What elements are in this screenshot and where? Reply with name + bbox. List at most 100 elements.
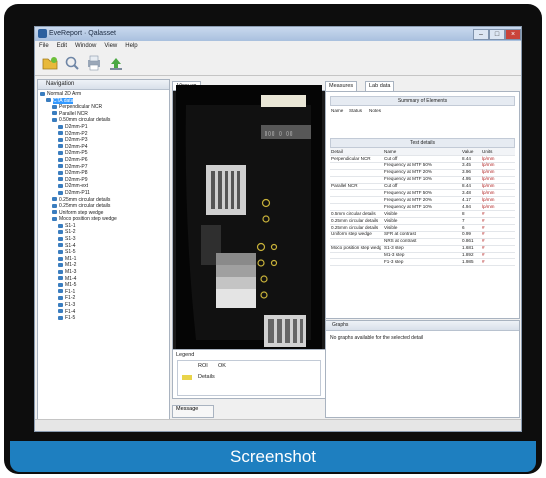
tree-node-icon — [52, 197, 57, 202]
nav-tree-item[interactable]: F1-5 — [40, 315, 117, 322]
tree-node-icon — [58, 157, 63, 162]
nav-tree-item[interactable]: Parallel NCR — [40, 111, 117, 118]
open-folder-icon[interactable] — [41, 54, 59, 72]
nav-tree-label: F1-2 — [65, 295, 76, 302]
nav-tree-item[interactable]: D2mm-P3 — [40, 137, 117, 144]
cell-name: Visible — [384, 224, 398, 230]
menu-edit[interactable]: Edit — [53, 41, 71, 49]
nav-tree-item[interactable]: D2mm-P7 — [40, 164, 117, 171]
nav-tree-label: D2mm-P9 — [65, 176, 88, 183]
menu-view[interactable]: View — [100, 41, 121, 49]
tree-node-icon — [58, 131, 63, 136]
nav-tree-item[interactable]: CTA data — [40, 97, 117, 105]
nav-tree-item[interactable]: 0.25mm circular details — [40, 203, 117, 210]
nav-tree-item[interactable]: Normal 2D Arm — [40, 91, 117, 98]
maximize-button[interactable]: □ — [489, 29, 505, 40]
tab-lab-data[interactable]: Lab data — [365, 81, 395, 91]
tree-node-icon — [58, 249, 63, 254]
tree-node-icon — [58, 190, 63, 195]
tree-node-icon — [58, 164, 63, 169]
legend-details-label: Details — [198, 374, 215, 380]
search-icon[interactable] — [63, 54, 81, 72]
menu-window[interactable]: Window — [71, 41, 100, 49]
cell-name: Visible — [384, 217, 398, 223]
cell-name: Frequency at MTF 50% — [384, 162, 432, 168]
cell-detail: Perpendicular NCR — [331, 155, 371, 161]
menu-bar: File Edit Window View Help — [35, 41, 521, 51]
tree-node-icon — [58, 296, 63, 301]
minimize-button[interactable]: – — [473, 29, 489, 40]
tree-node-icon — [58, 269, 63, 274]
nav-tree-item[interactable]: Moco position step wedge — [40, 216, 117, 223]
cell-value: 4.94 — [462, 203, 471, 209]
cell-name: Frequency at MTF 20% — [384, 196, 432, 202]
nav-tree-item[interactable]: D2mm-P9 — [40, 177, 117, 184]
cell-value: 3.96 — [462, 169, 471, 175]
print-icon[interactable] — [85, 54, 103, 72]
tree-node-icon — [58, 276, 63, 281]
tree-node-icon — [58, 177, 63, 182]
nav-tree-item[interactable]: F1-2 — [40, 295, 117, 302]
nav-tree-label: F1-5 — [65, 315, 76, 322]
nav-tree-item[interactable]: S1-2 — [40, 229, 117, 236]
cell-name: Frequency at MTF 10% — [384, 176, 432, 182]
cell-name: Frequency at MTF 10% — [384, 203, 432, 209]
tab-graphs[interactable]: Graphs — [332, 322, 348, 328]
nav-tree-item[interactable]: D2mm-P8 — [40, 170, 117, 177]
tree-node-icon — [52, 203, 57, 208]
nav-tree-label: D2mm-P8 — [65, 170, 88, 177]
nav-tree-item[interactable]: D2mm-P5 — [40, 150, 117, 157]
nav-tree-item[interactable]: Uniform step wedge — [40, 210, 117, 217]
export-icon[interactable] — [107, 54, 125, 72]
tree-node-icon — [52, 118, 57, 123]
nav-tree-item[interactable]: 0.50mm circular details — [40, 117, 117, 124]
nav-tree-item[interactable]: M1-5 — [40, 282, 117, 289]
nav-tree-item[interactable]: F1-1 — [40, 289, 117, 296]
nav-tree-item[interactable]: F1-3 — [40, 302, 117, 309]
tab-measures[interactable]: Measures — [325, 81, 358, 91]
legend-swatch — [182, 375, 192, 380]
nav-tree-item[interactable]: D2mm-P4 — [40, 144, 117, 151]
results-tab-strip: Measures Lab data — [325, 81, 519, 91]
nav-tree-item[interactable]: S1-5 — [40, 249, 117, 256]
cell-name: Visible — [384, 210, 398, 216]
nav-tree-item[interactable]: D2mm-ext — [40, 183, 117, 190]
cell-units: lp/mm — [482, 176, 495, 182]
nav-tree-label: 0.25mm circular details — [59, 196, 111, 203]
nav-tree-label: M1-4 — [65, 275, 77, 282]
nav-tree-label: Parallel NCR — [59, 110, 88, 117]
cell-units: lp/mm — [482, 183, 495, 189]
nav-tree-item[interactable]: S1-4 — [40, 243, 117, 250]
graphs-header: Graphs — [326, 321, 519, 331]
nav-tree-item[interactable]: M1-1 — [40, 256, 117, 263]
nav-tree-item[interactable]: M1-2 — [40, 262, 117, 269]
nav-tree-item[interactable]: Perpendicular NCR — [40, 104, 117, 111]
nav-tree-label: D2mm-ext — [65, 183, 89, 190]
nav-tree-item[interactable]: F1-4 — [40, 309, 117, 316]
menu-help[interactable]: Help — [121, 41, 141, 49]
close-button[interactable]: × — [505, 29, 521, 40]
nav-tree-item[interactable]: S1-3 — [40, 236, 117, 243]
nav-tree-label: S1-5 — [65, 249, 76, 256]
cell-value: 8.44 — [462, 155, 471, 161]
phantom-image[interactable]: ▯▯▯ ▯ ▯▯ — [176, 85, 322, 359]
table-row[interactable]: F1-3 step 1.985 # — [330, 259, 515, 267]
nav-tree-label: Perpendicular NCR — [59, 104, 103, 111]
tab-message[interactable]: Message — [172, 405, 214, 418]
nav-tree-item[interactable]: D2mm-P6 — [40, 157, 117, 164]
tree-node-icon — [52, 104, 57, 109]
window-title: EveReport · Qalasset — [49, 30, 116, 37]
svg-text:▯▯▯ ▯ ▯▯: ▯▯▯ ▯ ▯▯ — [264, 130, 293, 137]
cell-units: # — [482, 259, 485, 264]
menu-file[interactable]: File — [35, 41, 53, 49]
nav-tree-item[interactable]: M1-3 — [40, 269, 117, 276]
nav-tree-item[interactable]: S1-1 — [40, 223, 117, 230]
tree-node-icon — [58, 137, 63, 142]
nav-tree-item[interactable]: M1-4 — [40, 276, 117, 283]
tree-node-icon — [52, 111, 57, 116]
nav-tree-item[interactable]: D2mm-P2 — [40, 131, 117, 138]
nav-tree-item[interactable]: D2mm-P11 — [40, 190, 117, 197]
navigation-tree: Normal 2D Arm CTA data Perpendicular NCR Pa… — [40, 91, 117, 322]
nav-tree-item[interactable]: 0.25mm circular details — [40, 197, 117, 204]
nav-tree-item[interactable]: D2mm-P1 — [40, 124, 117, 131]
